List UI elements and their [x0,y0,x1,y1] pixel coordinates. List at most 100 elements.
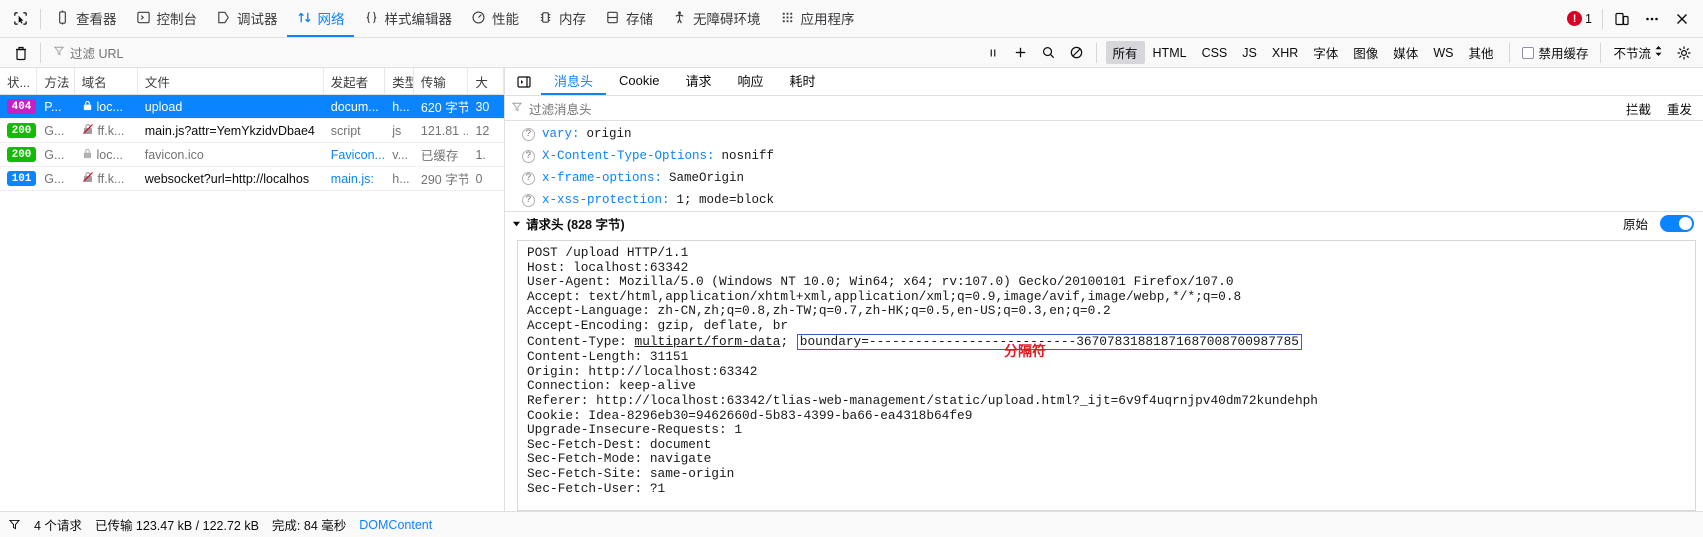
tool-tab-label: 性能 [492,11,519,27]
type-filter-xhr[interactable]: XHR [1265,44,1305,62]
cell-status: 101 [0,167,37,190]
column-header-initiator[interactable]: 发起者 [324,68,386,94]
search-input[interactable]: 过滤 URL [47,42,978,64]
cell-initiator: script [330,123,361,138]
tab-response[interactable]: 响应 [725,68,777,95]
cell-file: upload [144,99,183,114]
toolbar-divider [1095,42,1097,63]
header-name: x-xss-protection: [542,193,670,207]
cell-initiator: docum... [330,99,379,114]
cell-file: websocket?url=http://localhos [144,171,310,186]
request-headers-section-header[interactable]: 请求头 (828 字节) 原始 [505,211,1703,235]
tool-tab-performance[interactable]: 性能 [461,0,528,37]
column-header-status[interactable]: 状... [0,68,38,94]
tool-tab-console[interactable]: 控制台 [126,0,207,37]
column-header-method[interactable]: 方法 [37,68,75,94]
console-icon [135,9,152,26]
type-filter-other[interactable]: 其他 [1461,41,1500,64]
help-icon[interactable]: ? [522,193,535,207]
responsive-design-mode-icon[interactable] [1607,5,1637,33]
type-filter-font[interactable]: 字体 [1306,41,1345,64]
header-row[interactable]: ? vary: origin [505,123,1703,145]
devtools-main-toolbar: 查看器 控制台 调试器 网络 样式编辑器 性能 内存 存储 无障碍环境 应用程序… [0,0,1703,38]
funnel-icon [53,45,65,60]
error-count-badge[interactable]: ! 1 [1567,11,1592,26]
tool-tab-debugger[interactable]: 调试器 [206,0,287,37]
tool-tab-application[interactable]: 应用程序 [770,0,864,37]
raw-line: User-Agent: Mozilla/5.0 (Windows NT 10.0… [527,274,1234,290]
raw-toggle-label: 原始 [1622,218,1648,232]
type-filter-all[interactable]: 所有 [1105,41,1145,64]
table-row[interactable]: 404 P... loc... upload docum... h... 620… [0,95,504,119]
table-row[interactable]: 101 G... ff.k... websocket?url=http://lo… [0,167,504,191]
tool-tab-accessibility[interactable]: 无障碍环境 [662,0,770,37]
content-type-prefix: Content-Type: [527,333,635,349]
column-header-file[interactable]: 文件 [138,68,324,94]
type-filter-html[interactable]: HTML [1146,44,1194,62]
header-row[interactable]: ? X-Content-Type-Options: nosniff [505,145,1703,167]
tab-headers[interactable]: 消息头 [541,68,607,95]
element-picker-icon[interactable] [4,5,36,33]
tool-tab-style-editor[interactable]: 样式编辑器 [354,0,462,37]
trash-icon[interactable] [8,41,34,65]
type-filter-group: 所有 HTML CSS JS XHR 字体 图像 媒体 WS 其他 [1103,41,1504,64]
close-icon[interactable] [1667,5,1697,33]
request-table-header: 状... 方法 域名 文件 发起者 类型 传输 大 [0,68,504,95]
raw-toggle[interactable] [1660,215,1694,232]
tab-request[interactable]: 请求 [672,68,724,95]
style-editor-icon [363,9,380,26]
help-icon[interactable]: ? [522,127,535,141]
table-row[interactable]: 200 G... loc... favicon.ico Favicon... v… [0,143,504,167]
column-header-size[interactable]: 大 [468,68,504,94]
request-list-pane: 状... 方法 域名 文件 发起者 类型 传输 大 404 P... [0,68,505,511]
details-tabbar: 消息头 Cookie 请求 响应 耗时 [505,68,1703,96]
cell-type: h... [392,171,410,186]
cell-type: v... [392,147,409,162]
tab-cookies[interactable]: Cookie [606,68,672,95]
header-name: X-Content-Type-Options: [542,149,715,163]
raw-headers-box[interactable]: POST /upload HTTP/1.1 Host: localhost:63… [517,240,1696,511]
status-bar: 4 个请求 已传输 123.47 kB / 122.72 kB 完成: 84 毫… [0,511,1703,537]
toolbar-divider [1602,8,1603,29]
tab-timings[interactable]: 耗时 [777,68,829,95]
plus-icon[interactable] [1008,41,1034,65]
status-badge: 200 [7,147,36,162]
column-header-transfer[interactable]: 传输 [414,68,469,94]
tool-tab-label: 查看器 [76,11,117,27]
tool-tab-label: 存储 [626,11,653,27]
header-row[interactable]: ? x-xss-protection: 1; mode=block [505,189,1703,211]
tool-tab-network[interactable]: 网络 [286,0,354,37]
type-filter-media[interactable]: 媒体 [1386,41,1425,64]
disable-cache-checkbox[interactable]: 禁用缓存 [1516,43,1594,62]
gear-icon[interactable] [1671,41,1697,65]
cell-domain-label: ff.k... [97,171,125,186]
type-filter-image[interactable]: 图像 [1346,41,1385,64]
network-icon [296,9,313,26]
collapse-pane-icon[interactable] [511,70,537,94]
cell-method: G... [44,171,65,186]
status-funnel-icon[interactable] [8,518,21,531]
headers-filter-input[interactable]: 过滤消息头 [529,99,1615,118]
tool-tab-inspector[interactable]: 查看器 [45,0,126,37]
help-icon[interactable]: ? [522,149,535,163]
content-split: 状... 方法 域名 文件 发起者 类型 传输 大 404 P... [0,68,1703,511]
type-filter-js[interactable]: JS [1235,44,1264,62]
type-filter-css[interactable]: CSS [1195,44,1235,62]
pause-icon[interactable] [980,41,1006,65]
type-filter-ws[interactable]: WS [1426,44,1460,62]
triangle-down-icon[interactable] [512,219,521,228]
throttle-select[interactable]: 不节流 [1607,43,1669,62]
help-icon[interactable]: ? [522,171,535,185]
column-header-type[interactable]: 类型 [385,68,414,94]
header-row[interactable]: ? x-frame-options: SameOrigin [505,167,1703,189]
search-icon[interactable] [1036,41,1062,65]
no-entry-icon[interactable] [1064,41,1090,65]
table-row[interactable]: 200 G... ff.k... main.js?attr=YemYkzidvD… [0,119,504,143]
block-button[interactable]: 拦截 [1621,99,1656,118]
resend-button[interactable]: 重发 [1662,99,1697,118]
tool-tab-memory[interactable]: 内存 [528,0,595,37]
tool-tab-storage[interactable]: 存储 [595,0,662,37]
more-options-icon[interactable] [1637,5,1667,33]
column-header-domain[interactable]: 域名 [75,68,138,94]
raw-line: Sec-Fetch-Dest: document [527,436,712,452]
